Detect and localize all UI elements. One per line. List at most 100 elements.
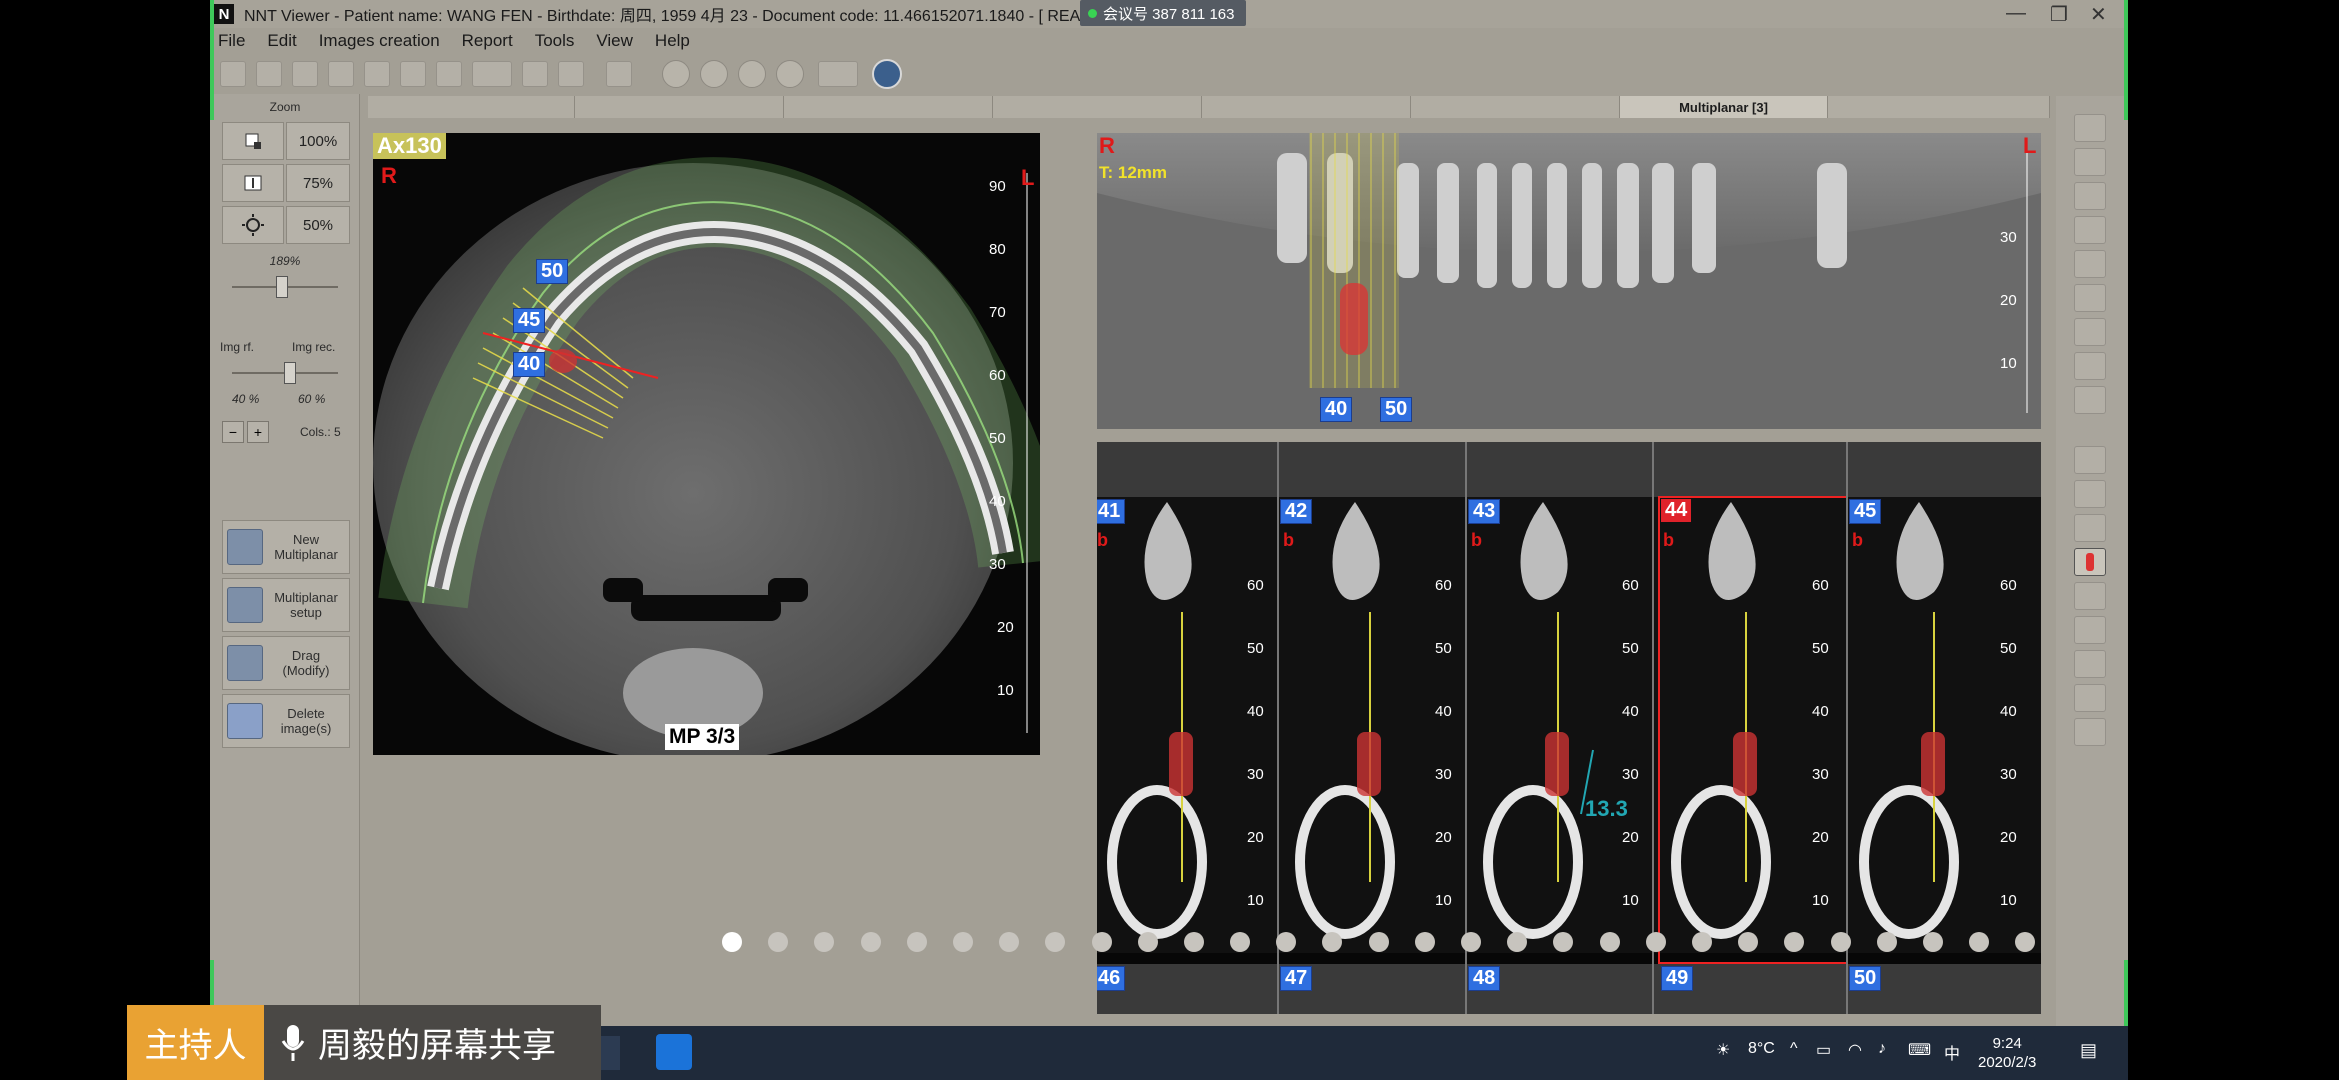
menu-file[interactable]: File [218, 31, 245, 51]
document-icon[interactable] [328, 61, 354, 87]
drag-modify-button[interactable]: Drag (Modify) [222, 636, 350, 690]
curve-icon[interactable] [606, 61, 632, 87]
pagination-dot[interactable] [1876, 932, 1897, 952]
pagination-dot[interactable] [1461, 932, 1481, 952]
implant-shape[interactable] [1545, 732, 1569, 796]
tab-1[interactable] [368, 96, 575, 118]
tab-4[interactable] [993, 96, 1202, 118]
pagination-dot[interactable] [768, 932, 789, 952]
cross-tag-46[interactable]: 46 [1097, 966, 1126, 991]
export-icon[interactable] [436, 61, 462, 87]
pagination-dot[interactable] [1091, 932, 1112, 952]
tray-keyboard-icon[interactable]: ⌨ [1908, 1040, 1931, 1060]
tool-abutment-icon[interactable] [2074, 616, 2106, 644]
meeting-id-badge[interactable]: 会议号 387 811 163 [1080, 0, 1247, 26]
pagination-dot[interactable] [1553, 932, 1574, 952]
weather-icon[interactable]: ☀ [1716, 1040, 1730, 1060]
new-multiplanar-button[interactable]: New Multiplanar [222, 520, 350, 574]
tab-2[interactable] [575, 96, 784, 118]
pagination-dot[interactable] [1738, 932, 1759, 952]
blend-slider-thumb[interactable] [284, 362, 296, 384]
zoom-row-100[interactable]: 100% [222, 122, 350, 160]
cross-tag-47[interactable]: 47 [1280, 966, 1313, 991]
tool-line-icon[interactable] [2074, 182, 2106, 210]
pagination-dot[interactable] [1045, 932, 1066, 952]
previous-frame-icon[interactable] [700, 60, 728, 88]
import-icon[interactable] [256, 61, 282, 87]
tray-chevron-icon[interactable]: ^ [1790, 1040, 1798, 1058]
print-icon[interactable] [400, 61, 426, 87]
columns-increase-button[interactable]: + [247, 421, 269, 443]
cross-tag-44-selected[interactable]: 44 [1661, 499, 1692, 522]
tray-wifi-icon[interactable]: ◠ [1848, 1040, 1862, 1060]
tool-brush-icon[interactable] [2074, 352, 2106, 380]
menu-images-creation[interactable]: Images creation [319, 31, 440, 51]
tab-3[interactable] [784, 96, 993, 118]
cross-tag-43[interactable]: 43 [1468, 499, 1501, 524]
pagination-dot[interactable] [1137, 932, 1158, 952]
section-tag-40[interactable]: 40 [513, 352, 546, 377]
tab-6[interactable] [1411, 96, 1620, 118]
cross-tag-42[interactable]: 42 [1280, 499, 1313, 524]
tool-ruler-icon[interactable] [2074, 216, 2106, 244]
pagination-dot[interactable] [814, 932, 835, 952]
zoom-75-button[interactable]: 75% [286, 164, 350, 202]
implant-shape[interactable] [1169, 732, 1193, 796]
cross-tag-49[interactable]: 49 [1661, 966, 1694, 991]
tool-arrow-icon[interactable] [2074, 114, 2106, 142]
pagination-dot[interactable] [952, 932, 973, 952]
pagination-dot[interactable] [1922, 932, 1943, 952]
cross-tag-50[interactable]: 50 [1849, 966, 1882, 991]
tool-nerve-icon[interactable] [2074, 284, 2106, 312]
filter-icon[interactable] [558, 61, 584, 87]
copy-icon[interactable] [364, 61, 390, 87]
magnifier-icon[interactable] [522, 61, 548, 87]
pagination-dot[interactable] [722, 932, 742, 952]
line-style-icon[interactable] [472, 61, 512, 87]
section-tag-45[interactable]: 45 [513, 308, 546, 333]
tool-marker-icon[interactable] [2074, 480, 2106, 508]
pagination-dot[interactable] [1784, 932, 1805, 952]
implant-shape[interactable] [1733, 732, 1757, 796]
zoom-100-button[interactable]: 100% [286, 122, 350, 160]
pano-section-tag-50[interactable]: 50 [1380, 397, 1413, 422]
tool-implant-icon[interactable] [2074, 548, 2106, 576]
last-frame-icon[interactable] [776, 60, 804, 88]
minimize-button[interactable]: — [2006, 2, 2026, 25]
section-tag-50[interactable]: 50 [536, 259, 569, 284]
panoramic-viewport[interactable]: R L T: 12mm 30 20 10 40 50 [1097, 133, 2041, 429]
taskbar-meeting-app-icon[interactable] [656, 1034, 692, 1070]
pagination-dot[interactable] [2015, 932, 2036, 952]
zoom-row-50[interactable]: 50% [222, 206, 350, 244]
menu-report[interactable]: Report [462, 31, 513, 51]
pagination-dot[interactable] [1645, 932, 1666, 952]
tray-volume-icon[interactable]: ♪ [1878, 1040, 1886, 1058]
zoom-row-75[interactable]: 75% [222, 164, 350, 202]
tray-network-icon[interactable]: ▭ [1816, 1040, 1831, 1060]
first-frame-icon[interactable] [662, 60, 690, 88]
tool-text-icon[interactable] [2074, 650, 2106, 678]
tab-5[interactable] [1202, 96, 1411, 118]
layout-grid-icon[interactable] [818, 61, 858, 87]
pagination-dot[interactable] [1276, 932, 1297, 952]
cross-tag-45[interactable]: 45 [1849, 499, 1882, 524]
menu-view[interactable]: View [596, 31, 633, 51]
tool-write-icon[interactable] [2074, 718, 2106, 746]
ime-indicator[interactable]: 中 [1944, 1040, 1960, 1064]
menu-edit[interactable]: Edit [267, 31, 296, 51]
notification-icon[interactable]: ▤ [2080, 1040, 2097, 1061]
pagination-dot[interactable] [1368, 932, 1389, 952]
cross-section-viewport[interactable]: 41 42 43 44 45 b b b b b 60 50 40 30 20 … [1097, 442, 2041, 1014]
tool-curve-icon[interactable] [2074, 250, 2106, 278]
pagination-dot[interactable] [1969, 932, 1990, 952]
pano-section-tag-40[interactable]: 40 [1320, 397, 1353, 422]
menu-help[interactable]: Help [655, 31, 690, 51]
zoom-slider-thumb[interactable] [276, 276, 288, 298]
distance-measurement[interactable]: 13.3 [1585, 796, 1628, 822]
maximize-button[interactable]: ❐ [2050, 2, 2068, 27]
columns-decrease-button[interactable]: − [222, 421, 244, 443]
delete-images-button[interactable]: Delete image(s) [222, 694, 350, 748]
help-icon[interactable] [872, 59, 902, 89]
tool-fill-icon[interactable] [2074, 386, 2106, 414]
cross-tag-48[interactable]: 48 [1468, 966, 1501, 991]
